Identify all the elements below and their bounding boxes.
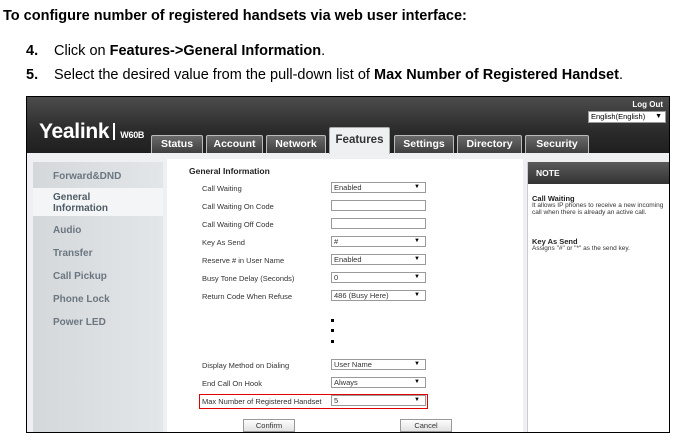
tab-settings[interactable]: Settings <box>394 135 454 153</box>
select-value: 486 (Busy Here) <box>334 291 389 300</box>
sidebar-item-transfer[interactable]: Transfer <box>53 248 92 259</box>
web-ui-screenshot: Yealink W60B Log Out English(English) ▼ St… <box>26 96 670 433</box>
row-label: Key As Send <box>202 238 245 247</box>
tab-features[interactable]: Features <box>329 127 390 154</box>
row-label: Busy Tone Delay (Seconds) <box>202 274 295 283</box>
logo-text: Yealink <box>39 120 110 143</box>
step-text: Select the desired value from the pull-d… <box>54 67 374 83</box>
row-label: Call Waiting On Code <box>202 202 274 211</box>
select-value: Enabled <box>334 255 362 264</box>
sidebar-item-forward-dnd[interactable]: Forward&DND <box>53 171 121 182</box>
select-value: 0 <box>334 273 339 282</box>
section-title: General Information <box>189 166 270 176</box>
row-label: Max Number of Registered Handset <box>202 397 322 406</box>
step-4: 4. Click on Features->General Information… <box>26 43 325 59</box>
call-waiting-on-code-input[interactable] <box>331 200 426 211</box>
step-bold: Features->General Information <box>109 43 322 59</box>
ellipsis-dot <box>331 329 334 332</box>
sidebar: Forward&DND General Information Audio Tr… <box>33 162 163 432</box>
return-code-select[interactable]: 486 (Busy Here) ▼ <box>331 290 426 301</box>
step-number: 5. <box>26 67 39 83</box>
model-name: W60B <box>120 130 145 140</box>
chevron-down-icon: ▼ <box>414 361 420 367</box>
tab-status[interactable]: Status <box>151 135 203 153</box>
tab-directory[interactable]: Directory <box>457 135 522 153</box>
step-end: . <box>321 43 326 59</box>
top-bar: Yealink W60B Log Out English(English) ▼ St… <box>27 97 669 154</box>
chevron-down-icon: ▼ <box>414 292 420 298</box>
sidebar-item-phone-lock[interactable]: Phone Lock <box>53 294 110 305</box>
note-entry-text: Assigns "#" or "*" as the send key. <box>532 245 630 252</box>
row-label: End Call On Hook <box>202 379 263 388</box>
select-value: 5 <box>334 396 339 405</box>
doc-heading: To configure number of registered handse… <box>3 8 467 24</box>
confirm-button[interactable]: Confirm <box>243 419 295 432</box>
select-value: User Name <box>334 360 372 369</box>
note-entry-text: It allows IP phones to receive a new inc… <box>532 202 664 216</box>
select-value: Always <box>334 378 358 387</box>
row-label: Reserve # in User Name <box>202 256 285 265</box>
ellipsis-dot <box>331 340 334 343</box>
call-waiting-off-code-input[interactable] <box>331 218 426 229</box>
chevron-down-icon: ▼ <box>414 274 420 280</box>
tab-security[interactable]: Security <box>525 135 589 153</box>
reserve-hash-select[interactable]: Enabled ▼ <box>331 254 426 265</box>
row-label: Display Method on Dialing <box>202 361 290 370</box>
step-bold: Max Number of Registered Handset <box>373 67 619 83</box>
logout-link[interactable]: Log Out <box>632 100 663 109</box>
content-panel: General Information Call Waiting Enabled… <box>167 159 523 432</box>
call-waiting-select[interactable]: Enabled ▼ <box>331 182 426 193</box>
cancel-button[interactable]: Cancel <box>400 419 452 432</box>
chevron-down-icon: ▼ <box>655 113 662 120</box>
logo-divider <box>113 123 116 140</box>
tab-account[interactable]: Account <box>206 135 263 153</box>
step-end: . <box>618 67 623 83</box>
sidebar-item-power-led[interactable]: Power LED <box>53 317 106 328</box>
chevron-down-icon: ▼ <box>414 238 420 244</box>
sidebar-item-general-information[interactable]: General Information <box>53 192 123 214</box>
ellipsis-dot <box>331 319 334 322</box>
chevron-down-icon: ▼ <box>414 379 420 385</box>
yealink-logo: Yealink W60B <box>39 120 144 144</box>
row-label: Return Code When Refuse <box>202 292 293 301</box>
sidebar-item-audio[interactable]: Audio <box>53 225 81 236</box>
display-method-select[interactable]: User Name ▼ <box>331 359 426 370</box>
note-panel: NOTE Call Waiting It allows IP phones to… <box>527 162 669 432</box>
select-value: Enabled <box>334 183 362 192</box>
select-value: # <box>334 237 339 246</box>
row-label: Call Waiting <box>202 184 242 193</box>
step-number: 4. <box>26 43 39 59</box>
busy-tone-delay-select[interactable]: 0 ▼ <box>331 272 426 283</box>
step-5: 5. Select the desired value from the pull… <box>26 67 623 83</box>
end-call-on-hook-select[interactable]: Always ▼ <box>331 377 426 388</box>
language-value: English(English) <box>591 112 646 121</box>
tab-network[interactable]: Network <box>266 135 326 153</box>
language-select[interactable]: English(English) ▼ <box>588 111 666 123</box>
sidebar-item-call-pickup[interactable]: Call Pickup <box>53 271 107 282</box>
note-header: NOTE <box>528 162 669 184</box>
chevron-down-icon: ▼ <box>414 397 420 403</box>
chevron-down-icon: ▼ <box>414 256 420 262</box>
step-text: Click on <box>54 43 110 59</box>
row-label: Call Waiting Off Code <box>202 220 274 229</box>
chevron-down-icon: ▼ <box>414 184 420 190</box>
key-as-send-select[interactable]: # ▼ <box>331 236 426 247</box>
max-registered-handset-select[interactable]: 5 ▼ <box>331 395 426 406</box>
